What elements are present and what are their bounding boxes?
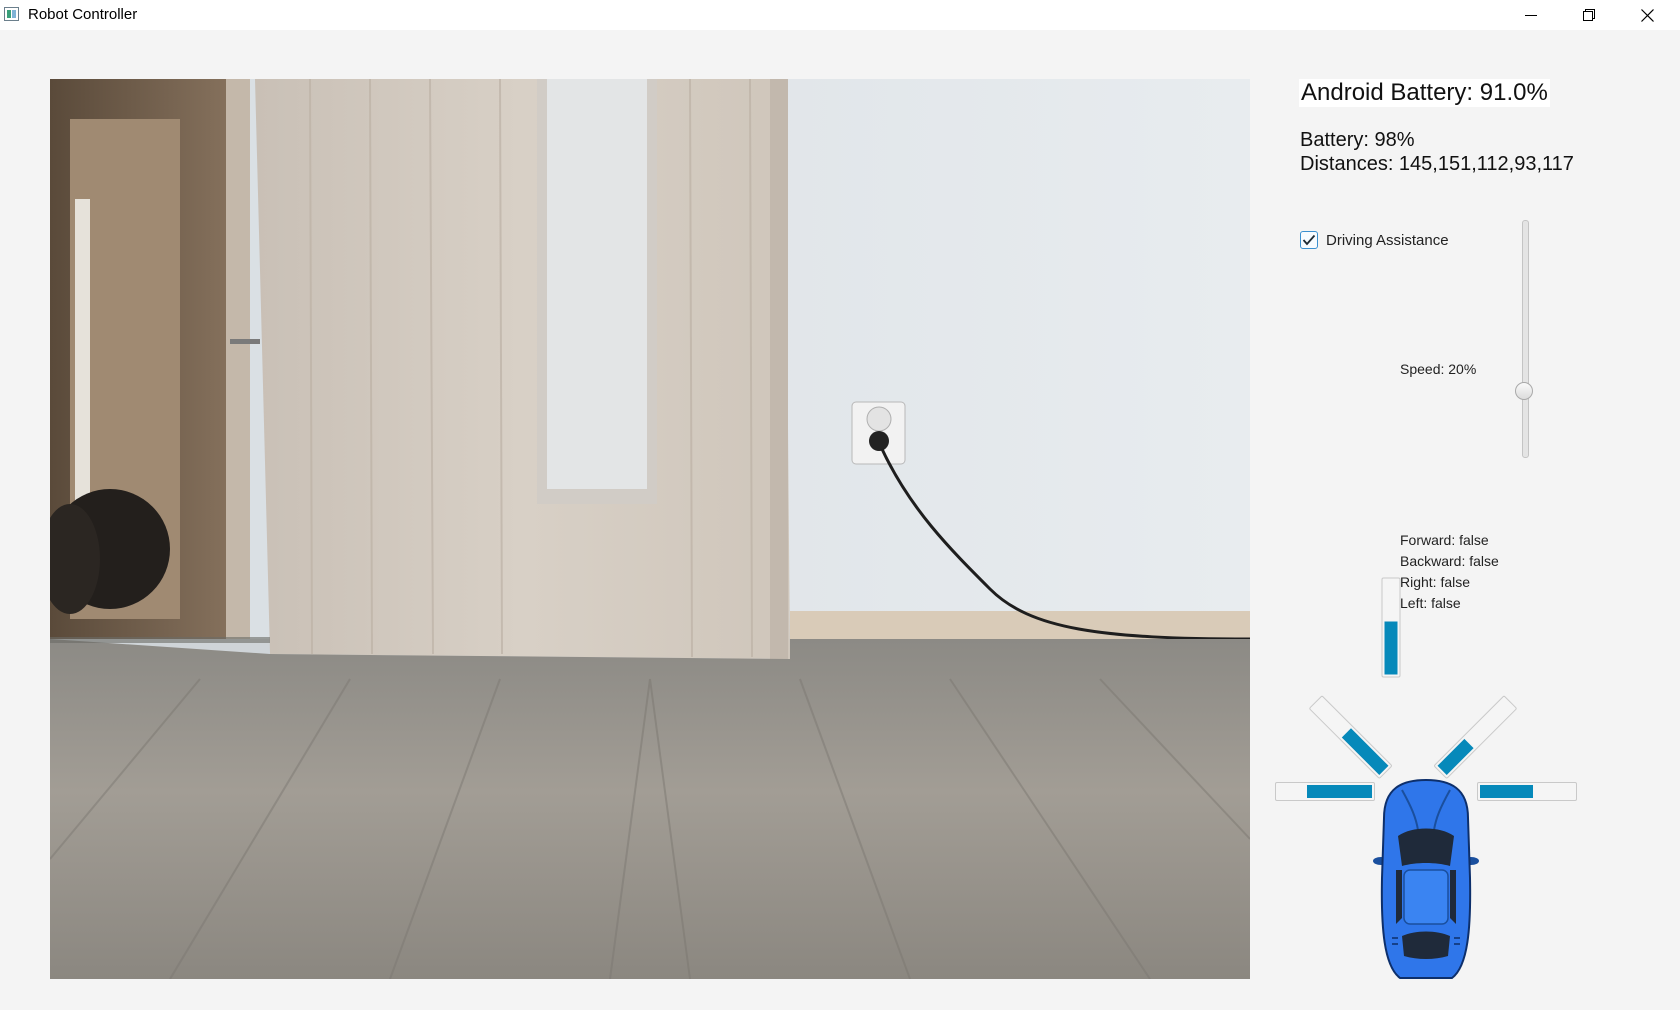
android-battery-label: Android Battery: 91.0% [1299,79,1550,107]
distances-label: Distances: 145,151,112,93,117 [1300,153,1574,175]
sensor-front-right-bar [1433,695,1518,780]
minimize-icon [1525,15,1537,16]
restore-icon [1583,9,1595,21]
sensor-front-right-fill [1437,738,1474,775]
checkbox-box[interactable] [1300,231,1318,249]
battery-label: Battery: 98% [1300,129,1415,151]
driving-assistance-checkbox[interactable]: Driving Assistance [1300,229,1449,251]
restore-button[interactable] [1560,0,1618,30]
sensor-front-left-bar [1308,695,1393,780]
camera-feed [50,79,1250,979]
left-status: Left: false [1400,595,1461,611]
sensor-left-bar [1275,782,1375,801]
forward-status: Forward: false [1400,532,1489,548]
backward-status: Backward: false [1400,553,1499,569]
car-icon [1372,778,1480,987]
right-status: Right: false [1400,574,1471,590]
app-icon [4,7,19,21]
checkmark-icon [1302,234,1316,246]
slider-thumb[interactable] [1515,382,1533,400]
window-titlebar: Robot Controller [0,0,1680,30]
sensor-right-fill [1480,785,1533,798]
close-icon [1640,8,1654,22]
sensor-front-fill [1384,621,1398,675]
window-title: Robot Controller [28,6,138,23]
close-button[interactable] [1618,0,1676,30]
movement-status: Forward: false Backward: false Right: fa… [1400,530,1499,614]
sensor-front-bar [1381,577,1401,678]
speed-slider[interactable] [1514,218,1536,460]
sensor-left-fill [1307,785,1372,798]
minimize-button[interactable] [1502,0,1560,30]
sensor-front-left-fill [1341,728,1389,775]
speed-label: Speed: 20% [1400,361,1477,377]
slider-track[interactable] [1522,220,1529,458]
sensor-right-bar [1477,782,1577,801]
driving-assistance-label: Driving Assistance [1326,231,1449,249]
